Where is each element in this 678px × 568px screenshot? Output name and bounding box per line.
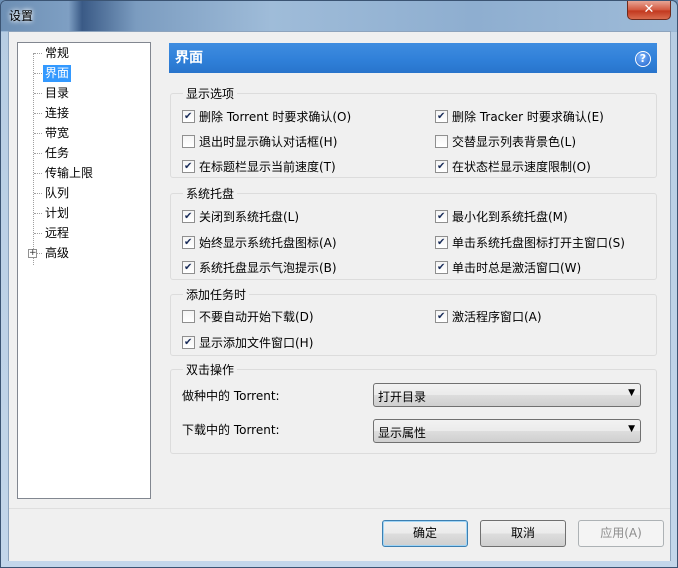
tree-connector	[34, 53, 42, 54]
chevron-down-icon: ▼	[628, 388, 635, 398]
checkbox-box[interactable]	[182, 336, 195, 349]
checkbox-label: 在状态栏显示速度限制(O)	[452, 160, 591, 174]
checkbox-label: 交替显示列表背景色(L)	[452, 135, 577, 149]
settings-window: 设置 ✕ 常规 界面 目录 连接 带宽 任务 传输上限 队列 计划 远程 + 高…	[0, 0, 678, 568]
checkbox-label: 删除 Tracker 时要求确认(E)	[452, 110, 604, 124]
checkbox-box[interactable]	[182, 110, 195, 123]
ok-button[interactable]: 确定	[382, 520, 468, 547]
tree-item-advanced[interactable]: 高级	[43, 245, 71, 262]
group-title: 添加任务时	[183, 286, 250, 303]
tree-connector	[34, 93, 42, 94]
page-title: 界面	[175, 50, 203, 66]
checkbox-box[interactable]	[435, 261, 448, 274]
show-add-file-window-checkbox[interactable]: 显示添加文件窗口(H)	[182, 335, 313, 351]
minimize-to-tray-checkbox[interactable]: 最小化到系统托盘(M)	[435, 209, 568, 225]
checkbox-label: 不要自动开始下载(D)	[199, 310, 314, 324]
tree-connector	[34, 193, 42, 194]
group-title: 双击操作	[183, 361, 238, 378]
close-to-tray-checkbox[interactable]: 关闭到系统托盘(L)	[182, 209, 299, 225]
tree-item-transfer-cap[interactable]: 传输上限	[43, 165, 95, 182]
checkbox-box[interactable]	[435, 310, 448, 323]
balloon-tips-checkbox[interactable]: 系统托盘显示气泡提示(B)	[182, 260, 337, 276]
tree-connector	[34, 233, 42, 234]
seeding-action-select[interactable]: 打开目录 ▼	[373, 383, 641, 407]
checkbox-label: 在标题栏显示当前速度(T)	[199, 160, 336, 174]
tree-connector	[34, 213, 42, 214]
group-title: 系统托盘	[183, 185, 238, 202]
downloading-torrent-label: 下载中的 Torrent:	[182, 423, 280, 437]
chevron-down-icon: ▼	[628, 424, 635, 434]
title-bar[interactable]: 设置 ✕	[1, 1, 677, 31]
checkbox-label: 关闭到系统托盘(L)	[199, 210, 300, 224]
tree-item-connection[interactable]: 连接	[43, 105, 71, 122]
tree-item-bandwidth[interactable]: 带宽	[43, 125, 71, 142]
tree-item-scheduler[interactable]: 计划	[43, 205, 71, 222]
checkbox-label: 单击系统托盘图标打开主窗口(S)	[452, 236, 625, 250]
statusbar-limit-checkbox[interactable]: 在状态栏显示速度限制(O)	[435, 159, 591, 175]
checkbox-box[interactable]	[435, 236, 448, 249]
checkbox-label: 最小化到系统托盘(M)	[452, 210, 568, 224]
tree-item-tasks[interactable]: 任务	[43, 145, 71, 162]
select-value: 显示属性	[378, 426, 427, 440]
checkbox-label: 系统托盘显示气泡提示(B)	[199, 261, 337, 275]
dialog-body: 常规 界面 目录 连接 带宽 任务 传输上限 队列 计划 远程 + 高级 界面 …	[8, 31, 671, 561]
help-icon[interactable]: ?	[635, 51, 651, 67]
tree-item-remote[interactable]: 远程	[43, 225, 71, 242]
tree-connector	[34, 73, 42, 74]
checkbox-box[interactable]	[435, 160, 448, 173]
select-value: 打开目录	[378, 390, 427, 404]
page-header: 界面 ?	[169, 43, 657, 73]
checkbox-label: 始终显示系统托盘图标(A)	[199, 236, 337, 250]
cancel-button[interactable]: 取消	[480, 520, 566, 547]
checkbox-box[interactable]	[182, 261, 195, 274]
apply-button[interactable]: 应用(A)	[578, 520, 664, 547]
tree-connector	[34, 173, 42, 174]
tree-connector	[34, 133, 42, 134]
checkbox-box[interactable]	[435, 135, 448, 148]
seeding-torrent-label: 做种中的 Torrent:	[182, 389, 280, 403]
close-button[interactable]: ✕	[627, 1, 671, 20]
button-bar: 确定 取消 应用(A)	[9, 509, 670, 561]
tree-connector	[34, 153, 42, 154]
title-speed-checkbox[interactable]: 在标题栏显示当前速度(T)	[182, 159, 336, 175]
checkbox-label: 退出时显示确认对话框(H)	[199, 135, 338, 149]
confirm-delete-tracker-checkbox[interactable]: 删除 Tracker 时要求确认(E)	[435, 109, 604, 125]
checkbox-box[interactable]	[182, 160, 195, 173]
group-title: 显示选项	[183, 85, 238, 102]
always-show-tray-icon-checkbox[interactable]: 始终显示系统托盘图标(A)	[182, 235, 337, 251]
checkbox-box[interactable]	[182, 135, 195, 148]
tree-item-directories[interactable]: 目录	[43, 85, 71, 102]
checkbox-label: 激活程序窗口(A)	[452, 310, 542, 324]
alternate-row-color-checkbox[interactable]: 交替显示列表背景色(L)	[435, 134, 576, 150]
expand-icon[interactable]: +	[28, 249, 37, 258]
checkbox-box[interactable]	[435, 110, 448, 123]
checkbox-label: 显示添加文件窗口(H)	[199, 336, 314, 350]
tree-item-general[interactable]: 常规	[43, 45, 71, 62]
checkbox-box[interactable]	[182, 236, 195, 249]
activate-window-checkbox[interactable]: 激活程序窗口(A)	[435, 309, 542, 325]
checkbox-box[interactable]	[182, 210, 195, 223]
always-activate-checkbox[interactable]: 单击时总是激活窗口(W)	[435, 260, 581, 276]
tree-item-interface[interactable]: 界面	[43, 65, 72, 82]
checkbox-label: 单击时总是激活窗口(W)	[452, 261, 582, 275]
confirm-exit-checkbox[interactable]: 退出时显示确认对话框(H)	[182, 134, 337, 150]
single-click-open-checkbox[interactable]: 单击系统托盘图标打开主窗口(S)	[435, 235, 625, 251]
confirm-delete-torrent-checkbox[interactable]: 删除 Torrent 时要求确认(O)	[182, 109, 351, 125]
checkbox-label: 删除 Torrent 时要求确认(O)	[199, 110, 352, 124]
checkbox-box[interactable]	[182, 310, 195, 323]
downloading-action-select[interactable]: 显示属性 ▼	[373, 419, 641, 443]
category-tree: 常规 界面 目录 连接 带宽 任务 传输上限 队列 计划 远程 + 高级	[17, 42, 151, 499]
dont-autostart-checkbox[interactable]: 不要自动开始下载(D)	[182, 309, 314, 325]
checkbox-box[interactable]	[435, 210, 448, 223]
tree-connector	[34, 113, 42, 114]
window-title: 设置	[9, 9, 34, 23]
tree-item-queue[interactable]: 队列	[43, 185, 71, 202]
